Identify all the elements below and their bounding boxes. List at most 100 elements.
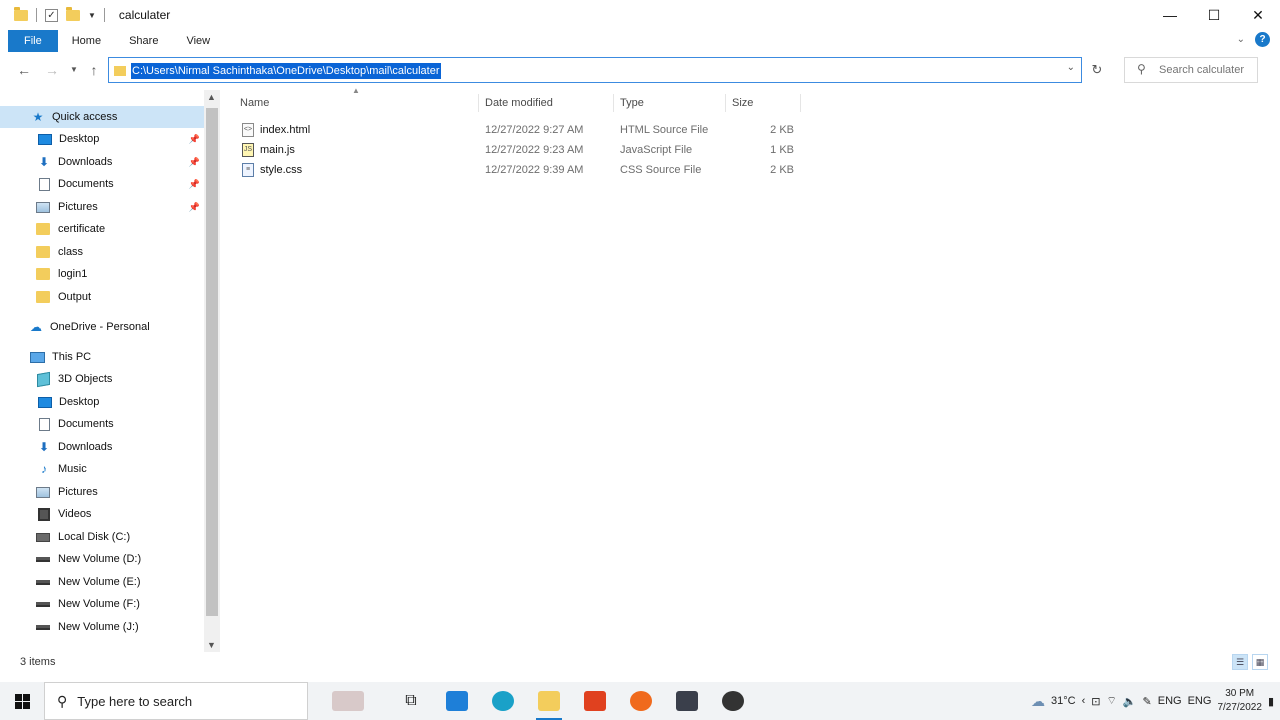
sidebar-item-label: Downloads — [58, 441, 113, 453]
table-row[interactable]: ≡ style.css 12/27/2022 9:39 AM CSS Sourc… — [220, 160, 820, 180]
column-header-size[interactable]: Size — [732, 92, 753, 114]
tray-app-icon[interactable]: ⊡ — [1091, 695, 1100, 708]
close-button[interactable]: ✕ — [1236, 0, 1280, 30]
volume-icon[interactable]: 🔈 — [1123, 695, 1137, 708]
search-box[interactable]: ⚲ — [1124, 57, 1258, 83]
sidebar-item-pictures-pc[interactable]: Pictures — [0, 481, 204, 503]
sidebar-item-output[interactable]: Output — [0, 286, 204, 308]
sidebar-item-volume-e[interactable]: New Volume (E:) — [0, 571, 204, 593]
language-indicator[interactable]: ENG — [1158, 695, 1182, 707]
divider — [613, 94, 614, 112]
sidebar-item-volume-j[interactable]: New Volume (J:) — [0, 616, 204, 638]
column-header-type[interactable]: Type — [620, 92, 644, 114]
sidebar-item-desktop-pc[interactable]: Desktop — [0, 391, 204, 413]
pin-icon[interactable]: 📌 — [189, 157, 200, 168]
language-indicator-2[interactable]: ENG — [1188, 695, 1212, 707]
file-type: HTML Source File — [620, 124, 709, 136]
sidebar-item-quick-access[interactable]: ★ Quick access — [0, 106, 204, 128]
mail-icon[interactable] — [434, 682, 480, 720]
computer-icon — [30, 351, 45, 363]
sidebar-item-3d-objects[interactable]: 3D Objects — [0, 368, 204, 390]
chevron-down-icon[interactable]: ▼ — [88, 11, 96, 20]
recent-locations-icon[interactable]: ▼ — [64, 61, 84, 79]
weather-temp[interactable]: 31°C — [1051, 695, 1076, 707]
file-size: 1 KB — [770, 144, 794, 156]
sidebar-item-onedrive[interactable]: ☁ OneDrive - Personal — [0, 316, 204, 338]
star-icon: ★ — [32, 110, 44, 124]
pin-icon[interactable]: 📌 — [189, 179, 200, 190]
back-arrow-icon[interactable]: ← — [14, 61, 34, 79]
pin-icon[interactable]: 📌 — [189, 202, 200, 213]
office-icon[interactable] — [572, 682, 618, 720]
desktop-icon — [38, 133, 52, 145]
taskbar-search[interactable]: ⚲ Type here to search — [44, 682, 308, 720]
sidebar-item-label: Documents — [58, 178, 114, 190]
network-icon[interactable]: ⌔ — [1106, 694, 1116, 708]
maximize-button[interactable]: ☐ — [1192, 0, 1236, 30]
large-icons-view-icon[interactable]: ▦ — [1252, 654, 1268, 670]
edge-browser-icon[interactable] — [480, 682, 526, 720]
tab-view[interactable]: View — [172, 30, 224, 52]
sidebar-item-label: OneDrive - Personal — [50, 321, 150, 333]
table-row[interactable]: <> index.html 12/27/2022 9:27 AM HTML So… — [220, 120, 820, 140]
sidebar-item-volume-f[interactable]: New Volume (F:) — [0, 593, 204, 615]
properties-icon[interactable]: ✓ — [45, 8, 58, 22]
sublime-text-icon[interactable] — [664, 682, 710, 720]
news-widget-icon[interactable] — [308, 682, 388, 720]
sidebar-item-videos[interactable]: Videos — [0, 503, 204, 525]
file-explorer-icon[interactable] — [526, 682, 572, 720]
scroll-up-icon[interactable]: ▲ — [207, 92, 216, 102]
music-icon: ♪ — [41, 462, 47, 476]
pen-icon[interactable]: ✎ — [1143, 695, 1152, 708]
pin-icon[interactable]: 📌 — [189, 134, 200, 145]
clock[interactable]: 30 PM 7/27/2022 — [1217, 687, 1262, 715]
sidebar-item-documents[interactable]: Documents 📌 — [0, 173, 204, 195]
column-headers: ▲ Name Date modified Type Size — [220, 86, 820, 114]
sidebar-item-desktop[interactable]: Desktop 📌 — [0, 128, 204, 150]
folder-icon[interactable] — [14, 6, 28, 21]
tab-file[interactable]: File — [8, 30, 58, 52]
column-header-date[interactable]: Date modified — [485, 92, 553, 114]
search-input[interactable] — [1159, 62, 1255, 78]
up-arrow-icon[interactable]: ↑ — [84, 61, 104, 79]
sidebar-item-downloads[interactable]: ⬇ Downloads 📌 — [0, 151, 204, 173]
details-view-icon[interactable]: ☰ — [1232, 654, 1248, 670]
sidebar-item-volume-d[interactable]: New Volume (D:) — [0, 548, 204, 570]
forward-arrow-icon[interactable]: → — [42, 61, 62, 79]
sidebar-item-pictures[interactable]: Pictures 📌 — [0, 196, 204, 218]
start-button[interactable] — [0, 682, 44, 720]
address-row: ← → ▼ ↑ C:\Users\Nirmal Sachinthaka\OneD… — [0, 54, 1280, 86]
sidebar-item-label: New Volume (F:) — [58, 598, 140, 610]
column-header-name[interactable]: Name — [240, 92, 269, 114]
notifications-icon[interactable]: ▮ — [1268, 695, 1274, 708]
weather-icon[interactable]: ☁ — [1031, 693, 1045, 710]
help-icon[interactable]: ? — [1255, 32, 1270, 47]
scrollbar-thumb[interactable] — [206, 108, 218, 616]
table-row[interactable]: JS main.js 12/27/2022 9:23 AM JavaScript… — [220, 140, 820, 160]
tab-share[interactable]: Share — [115, 30, 172, 52]
firefox-icon[interactable] — [618, 682, 664, 720]
sidebar-item-class[interactable]: class — [0, 241, 204, 263]
sidebar-item-certificate[interactable]: certificate — [0, 218, 204, 240]
sidebar-item-downloads-pc[interactable]: ⬇ Downloads — [0, 436, 204, 458]
sidebar-item-this-pc[interactable]: This PC — [0, 346, 204, 368]
nav-scrollbar[interactable]: ▲ ▼ — [204, 90, 220, 652]
sidebar-item-login1[interactable]: login1 — [0, 263, 204, 285]
refresh-icon[interactable]: ↻ — [1088, 61, 1106, 79]
address-path[interactable]: C:\Users\Nirmal Sachinthaka\OneDrive\Des… — [131, 63, 441, 79]
address-bar[interactable]: C:\Users\Nirmal Sachinthaka\OneDrive\Des… — [108, 57, 1082, 83]
sidebar-item-local-disk-c[interactable]: Local Disk (C:) — [0, 526, 204, 548]
sidebar-item-music[interactable]: ♪ Music — [0, 458, 204, 480]
sidebar-item-documents-pc[interactable]: Documents — [0, 413, 204, 435]
scroll-down-icon[interactable]: ▼ — [207, 640, 216, 650]
media-player-icon[interactable] — [710, 682, 756, 720]
tab-home[interactable]: Home — [58, 30, 115, 52]
file-explorer-window: ✓ ▼ calculater — ☐ ✕ File Home Share Vie… — [0, 0, 1280, 682]
chevron-down-icon[interactable]: ⌄ — [1067, 62, 1075, 73]
minimize-button[interactable]: — — [1148, 0, 1192, 30]
new-folder-icon[interactable] — [66, 6, 80, 21]
expand-ribbon-icon[interactable]: ⌄ — [1237, 34, 1245, 45]
window-title: calculater — [118, 8, 171, 22]
task-view-icon[interactable]: ⧉ — [388, 682, 434, 720]
show-hidden-icons-icon[interactable]: ‹ — [1082, 695, 1086, 707]
